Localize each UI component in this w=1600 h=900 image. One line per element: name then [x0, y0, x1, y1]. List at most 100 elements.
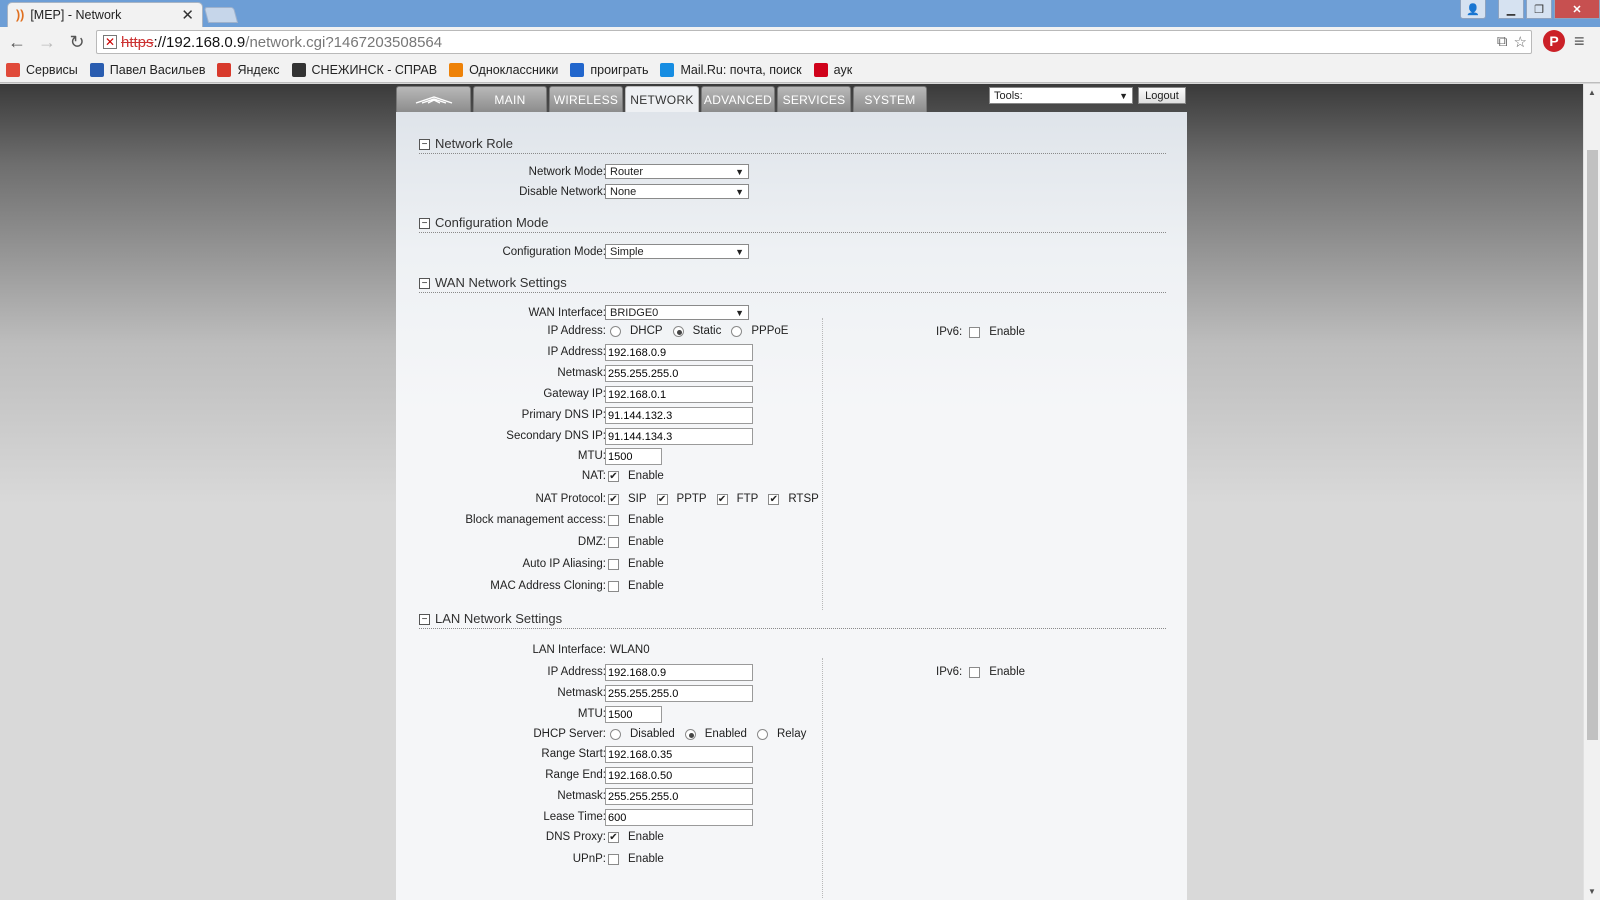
lan-mtu-input[interactable] — [605, 706, 662, 723]
section-title: LAN Network Settings — [435, 611, 563, 626]
bookmark-item[interactable]: Mail.Ru: почта, поиск — [660, 62, 802, 77]
new-tab-button[interactable] — [203, 7, 239, 23]
block-management-checkbox[interactable] — [608, 514, 619, 526]
configuration-mode-select[interactable]: Simple ▼ — [605, 244, 749, 259]
bookmark-item[interactable]: Яндекс — [217, 62, 280, 77]
bookmark-label: Яндекс — [237, 62, 280, 77]
dmz-checkbox[interactable] — [608, 536, 619, 548]
lan-ip-input[interactable] — [605, 664, 753, 681]
nat-pptp-checkbox[interactable]: ✔ — [656, 493, 668, 505]
collapse-icon[interactable]: − — [419, 278, 430, 289]
logout-button[interactable]: Logout — [1138, 87, 1186, 104]
menu-icon[interactable]: ≡ — [1574, 31, 1585, 52]
close-icon[interactable]: ✕ — [181, 6, 194, 24]
lease-time-label: Lease Time: — [543, 811, 606, 823]
chevron-down-icon: ▼ — [735, 246, 744, 257]
lease-time-input[interactable] — [605, 809, 753, 826]
back-icon[interactable]: ← — [4, 32, 30, 53]
chevron-down-icon: ▼ — [1119, 90, 1128, 101]
translate-icon[interactable]: ⧉ — [1497, 33, 1508, 51]
checkbox-label: Enable — [989, 666, 1026, 678]
bookmark-item[interactable]: аук — [813, 62, 852, 77]
ipv6-checkbox[interactable] — [969, 666, 981, 678]
wan-dns1-input[interactable] — [605, 407, 753, 424]
maximize-button[interactable]: ❐ — [1526, 0, 1552, 19]
collapse-icon[interactable]: − — [419, 614, 430, 625]
nat-rtsp-checkbox[interactable]: ✔ — [768, 493, 780, 505]
page-scrollbar[interactable]: ▲ ▼ — [1583, 84, 1600, 900]
profile-icon[interactable]: 👤 — [1460, 0, 1486, 19]
collapse-icon[interactable]: − — [419, 139, 430, 150]
scrollbar-thumb[interactable] — [1587, 150, 1598, 740]
close-window-button[interactable]: ✕ — [1554, 0, 1600, 19]
auto-ip-aliasing-checkbox[interactable] — [608, 558, 619, 570]
radio-pppoe[interactable] — [731, 325, 743, 337]
network-mode-select[interactable]: Router ▼ — [605, 164, 749, 179]
nat-ftp-checkbox[interactable]: ✔ — [716, 493, 728, 505]
bookmark-item[interactable]: Одноклассники — [449, 62, 558, 77]
scroll-up-icon[interactable]: ▲ — [1588, 88, 1596, 97]
scroll-down-icon[interactable]: ▼ — [1588, 887, 1596, 896]
forward-icon[interactable]: → — [34, 32, 60, 53]
wan-interface-select[interactable]: BRIDGE0 ▼ — [605, 305, 749, 320]
browser-tab-active[interactable]: )) [MEP] - Network ✕ — [7, 2, 203, 27]
star-icon[interactable]: ☆ — [1514, 33, 1527, 51]
lan-interface-label: LAN Interface: — [532, 644, 606, 656]
lan-netmask-input[interactable] — [605, 685, 753, 702]
radio-dhcp-relay[interactable] — [756, 728, 768, 740]
wan-gateway-label: Gateway IP: — [543, 388, 606, 400]
radio-label: Enabled — [704, 728, 747, 740]
disable-network-select[interactable]: None ▼ — [605, 184, 749, 199]
dhcp-netmask-input[interactable] — [605, 788, 753, 805]
wan-mtu-input[interactable] — [605, 448, 662, 465]
upnp-checkbox[interactable] — [608, 853, 619, 865]
checkbox-label: Enable — [628, 580, 664, 592]
wan-interface-value: BRIDGE0 — [610, 306, 659, 319]
bookmark-item[interactable]: Павел Васильев — [89, 62, 205, 77]
tab-wireless[interactable]: WIRELESS — [549, 86, 623, 112]
checkbox-label: Enable — [989, 326, 1026, 338]
checkbox-label: PPTP — [676, 493, 707, 505]
section-title: Network Role — [435, 136, 514, 151]
address-bar[interactable]: ✕ https ://192.168.0.9 /network.cgi?1467… — [96, 30, 1532, 54]
bookmark-item[interactable]: проиграть — [570, 62, 648, 77]
range-end-input[interactable] — [605, 767, 753, 784]
upnp-group: Enable — [608, 853, 664, 865]
ipv6-checkbox[interactable] — [969, 326, 981, 338]
bookmark-item[interactable]: Сервисы — [6, 62, 78, 77]
range-start-input[interactable] — [605, 746, 753, 763]
dns-proxy-checkbox[interactable]: ✔ — [608, 831, 619, 843]
nat-sip-checkbox[interactable]: ✔ — [608, 493, 619, 505]
nat-checkbox[interactable]: ✔ — [608, 470, 619, 482]
radio-static[interactable] — [672, 325, 684, 337]
radio-label: Static — [692, 325, 722, 337]
tools-select-label: Tools: — [994, 89, 1023, 102]
tab-services[interactable]: SERVICES — [777, 86, 851, 112]
tab-network[interactable]: NETWORK — [625, 86, 699, 113]
section-title: WAN Network Settings — [435, 275, 567, 290]
radio-label: PPPoE — [751, 325, 789, 337]
bookmark-item[interactable]: СНЕЖИНСК - СПРАВ — [291, 62, 437, 77]
wan-ip-input[interactable] — [605, 344, 753, 361]
radio-dhcp-disabled[interactable] — [610, 728, 621, 740]
reload-icon[interactable]: ↻ — [64, 32, 90, 53]
tools-select[interactable]: Tools: ▼ — [989, 87, 1133, 104]
wan-dns2-input[interactable] — [605, 428, 753, 445]
ipv6-label: IPv6: — [936, 666, 963, 678]
tab-system[interactable]: SYSTEM — [853, 86, 927, 112]
radio-dhcp[interactable] — [610, 325, 621, 337]
minimize-button[interactable]: ▁ — [1498, 0, 1524, 19]
wan-gateway-input[interactable] — [605, 386, 753, 403]
collapse-icon[interactable]: − — [419, 218, 430, 229]
video-icon — [89, 62, 104, 77]
mac-cloning-checkbox[interactable] — [608, 580, 619, 592]
section-network-role: − Network Role — [419, 136, 1166, 154]
pinterest-icon[interactable]: P — [1543, 30, 1565, 52]
radio-dhcp-enabled[interactable] — [684, 728, 696, 740]
wan-netmask-input[interactable] — [605, 365, 753, 382]
tab-main[interactable]: MAIN — [473, 86, 547, 112]
tab-advanced[interactable]: ADVANCED — [701, 86, 775, 112]
ubiquiti-logo-icon[interactable] — [396, 86, 471, 112]
insecure-lock-icon[interactable]: ✕ — [103, 35, 117, 49]
block-management-label: Block management access: — [465, 514, 606, 526]
